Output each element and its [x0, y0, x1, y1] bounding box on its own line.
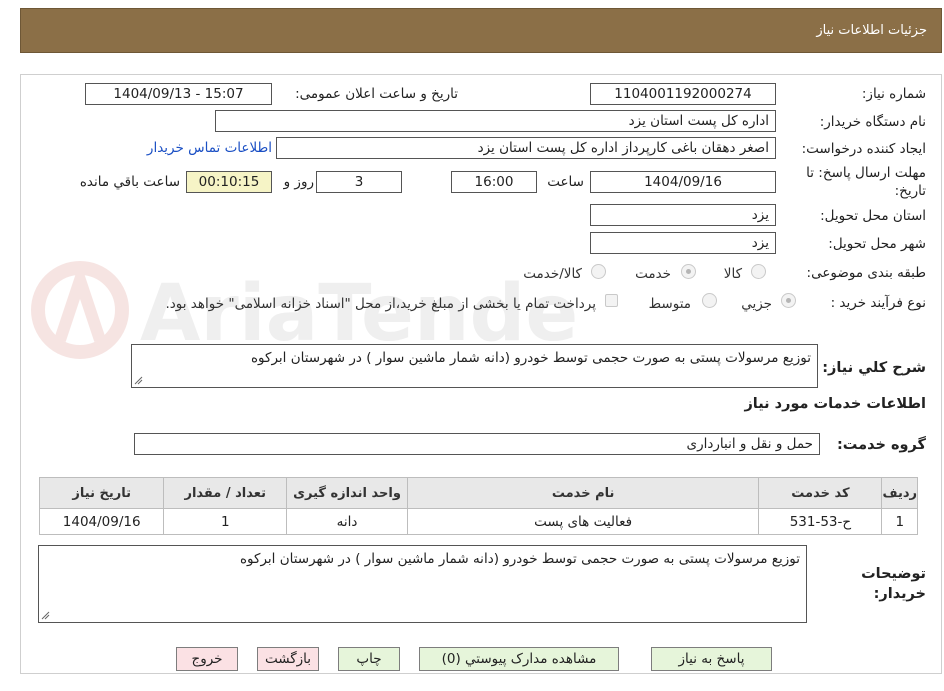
- summary-label: شرح کلي نیاز:: [822, 360, 926, 376]
- buyer-org-field: اداره کل پست استان یزد: [215, 110, 776, 132]
- city-label: شهر محل تحویل:: [828, 236, 926, 252]
- category-goods-service-label: کالا/خدمت: [523, 266, 582, 282]
- deadline-label-2: تاریخ:: [894, 183, 926, 199]
- remaining-time-label: ساعت باقي مانده: [79, 174, 180, 190]
- category-goods-service-radio[interactable]: [591, 264, 606, 279]
- col-date-header: تاریخ نیاز: [38, 477, 165, 509]
- col-unit-header: واحد اندازه گیری: [286, 477, 408, 509]
- col-qty-header: تعداد / مقدار: [163, 477, 288, 509]
- treasury-payment-checkbox[interactable]: [605, 294, 618, 307]
- buyer-notes-field: توزیع مرسولات پستی به صورت حجمی توسط خود…: [38, 545, 807, 623]
- deadline-date-field: 1404/09/16: [590, 171, 776, 193]
- announce-date-field: 1404/09/13 - 15:07: [85, 83, 272, 105]
- page-header: جزئیات اطلاعات نیاز: [20, 8, 942, 53]
- cell-row: 1: [881, 508, 918, 535]
- process-partial-radio[interactable]: [781, 293, 796, 308]
- category-goods-label: کالا: [723, 266, 742, 282]
- buyer-notes-text: توزیع مرسولات پستی به صورت حجمی توسط خود…: [239, 551, 800, 567]
- deadline-label: مهلت ارسال پاسخ: تا: [806, 165, 926, 181]
- table-row: 1 ح-53-531 فعالیت های پست دانه 1 1404/09…: [38, 508, 918, 535]
- cell-name: فعالیت های پست: [406, 508, 760, 535]
- province-field: یزد: [590, 204, 776, 226]
- cell-unit: دانه: [286, 508, 408, 535]
- buyer-org-label: نام دستگاه خریدار:: [819, 114, 926, 130]
- process-label: نوع فرآیند خرید :: [830, 295, 926, 311]
- reply-button[interactable]: پاسخ به نیاز: [651, 647, 772, 671]
- need-number-label: شماره نیاز:: [861, 86, 926, 102]
- buyer-contact-link[interactable]: اطلاعات تماس خریدار: [147, 140, 272, 156]
- remaining-time-field: 00:10:15: [186, 171, 272, 193]
- process-medium-label: متوسط: [648, 296, 691, 312]
- cell-date: 1404/09/16: [38, 508, 165, 535]
- process-partial-label: جزيي: [741, 296, 772, 312]
- requester-field: اصغر دهقان باغی کارپرداز اداره کل پست اس…: [276, 137, 776, 159]
- back-button[interactable]: بازگشت: [257, 647, 319, 671]
- category-goods-radio[interactable]: [751, 264, 766, 279]
- view-attachments-button[interactable]: مشاهده مدارک پیوستي (0): [419, 647, 619, 671]
- days-label: روز و: [283, 174, 314, 190]
- service-group-field: حمل و نقل و انبارداری: [134, 433, 820, 455]
- resize-grip-icon[interactable]: [41, 611, 50, 620]
- city-field: یزد: [590, 232, 776, 254]
- need-number-field: 1104001192000274: [590, 83, 776, 105]
- summary-text: توزیع مرسولات پستی به صورت حجمی توسط خود…: [250, 350, 811, 366]
- requester-label: ایجاد کننده درخواست:: [801, 141, 926, 157]
- page-title: جزئیات اطلاعات نیاز: [816, 23, 927, 38]
- cell-code: ح-53-531: [758, 508, 883, 535]
- table-header-row: ردیف کد خدمت نام خدمت واحد اندازه گیری ت…: [38, 477, 918, 509]
- deadline-time-field: 16:00: [451, 171, 537, 193]
- services-heading: اطلاعات خدمات مورد نیاز: [744, 396, 926, 412]
- announce-date-label: تاریخ و ساعت اعلان عمومی:: [295, 86, 458, 102]
- category-label: طبقه بندی موضوعی:: [806, 265, 926, 281]
- service-group-label: گروه خدمت:: [836, 437, 926, 453]
- summary-field: توزیع مرسولات پستی به صورت حجمی توسط خود…: [131, 344, 818, 388]
- col-code-header: کد خدمت: [758, 477, 883, 509]
- cell-qty: 1: [163, 508, 288, 535]
- print-button[interactable]: چاپ: [338, 647, 400, 671]
- category-service-radio[interactable]: [681, 264, 696, 279]
- deadline-time-label: ساعت: [547, 174, 584, 190]
- days-field: 3: [316, 171, 402, 193]
- col-row-header: ردیف: [881, 477, 918, 509]
- category-service-label: خدمت: [635, 266, 671, 282]
- col-name-header: نام خدمت: [406, 477, 760, 509]
- province-label: استان محل تحویل:: [820, 208, 926, 224]
- resize-grip-icon[interactable]: [134, 376, 143, 385]
- services-table: ردیف کد خدمت نام خدمت واحد اندازه گیری ت…: [38, 477, 918, 535]
- treasury-payment-note: پرداخت تمام یا بخشی از مبلغ خرید،از محل …: [165, 296, 596, 312]
- exit-button[interactable]: خروج: [176, 647, 238, 671]
- process-medium-radio[interactable]: [702, 293, 717, 308]
- buyer-notes-label: توضیحات: [861, 566, 926, 582]
- buyer-notes-label-2: خریدار:: [873, 586, 926, 602]
